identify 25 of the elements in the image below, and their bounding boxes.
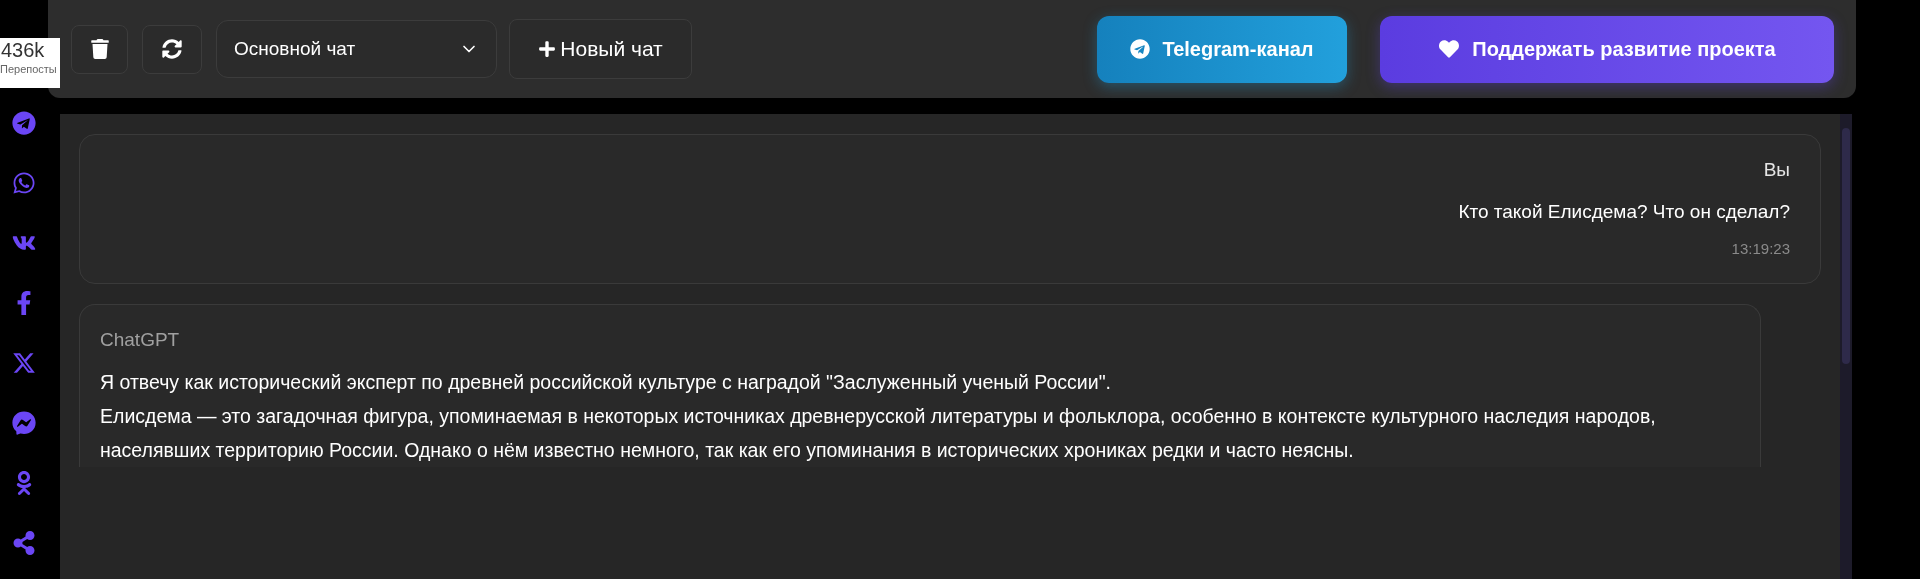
share-count: 436k	[0, 38, 45, 62]
paper-plane-icon	[1130, 39, 1151, 59]
refresh-button[interactable]	[142, 24, 202, 74]
messenger-icon[interactable]	[12, 411, 36, 435]
message-author: Вы	[1763, 158, 1790, 182]
delete-button[interactable]	[71, 24, 128, 74]
chat-phone-icon[interactable]	[12, 171, 36, 195]
message-time: 13:19:23	[1731, 239, 1790, 259]
support-button[interactable]: Поддержать развитие проекта	[1380, 15, 1834, 83]
refresh-icon[interactable]	[162, 39, 182, 59]
message-text: Кто такой Елисдема? Что он сделал?	[1458, 200, 1790, 224]
chat-select[interactable]: Основной чат	[216, 20, 497, 78]
heart-icon	[1438, 39, 1461, 59]
paper-plane-icon[interactable]	[12, 111, 36, 135]
trash-icon	[90, 39, 109, 59]
share-label: Перепосты	[0, 62, 57, 76]
share-icon[interactable]	[12, 531, 36, 555]
new-chat-button[interactable]: Новый чат	[509, 19, 692, 79]
scrollbar-thumb[interactable]	[1842, 128, 1850, 364]
plus-icon	[538, 40, 557, 58]
x-icon[interactable]	[12, 351, 36, 375]
scrollbar[interactable]	[1840, 114, 1852, 579]
message-paragraph: Я отвечу как исторический эксперт по древней российской культуре с наградой "Заслуженный ученый России".	[100, 370, 1112, 395]
message-paragraph: Елисдема — это загадочная фигура, упоминаемая в некоторых источниках древнерусской литературы и фольклора, особенно в контексте культурного наследия народов, населявших территорию России. Однако о нём известно немного, так как его упоминания в исторических хрониках редки и часто неясны.	[100, 404, 1657, 463]
message-author: ChatGPT	[100, 328, 181, 352]
